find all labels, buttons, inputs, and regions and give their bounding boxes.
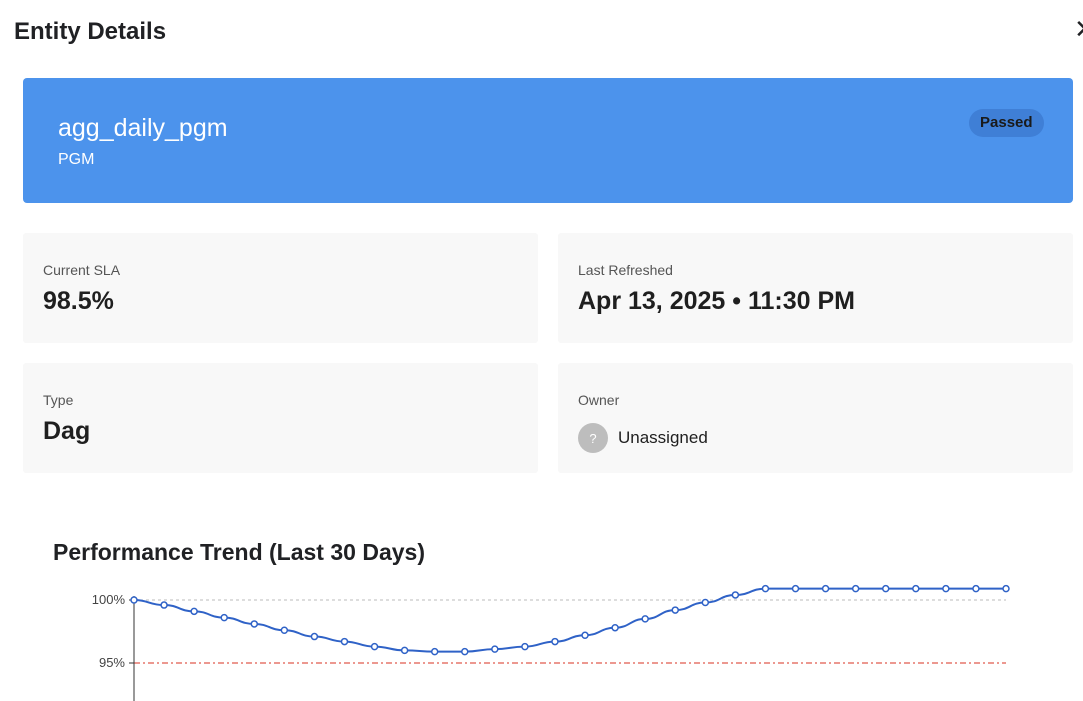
sla-card: Current SLA 98.5%: [23, 233, 538, 343]
refreshed-card: Last Refreshed Apr 13, 2025 • 11:30 PM: [558, 233, 1073, 343]
data-point: [491, 645, 499, 653]
data-point: [611, 623, 619, 632]
data-point: [881, 584, 890, 593]
avatar: ?: [578, 423, 608, 453]
data-point: [972, 584, 980, 593]
type-card: Type Dag: [23, 363, 538, 473]
data-point: [851, 584, 860, 593]
chart-title: Performance Trend (Last 30 Days): [53, 539, 425, 565]
refreshed-value: Apr 13, 2025 • 11:30 PM: [578, 287, 855, 315]
data-point: [791, 584, 800, 593]
close-icon[interactable]: ✕: [1074, 14, 1083, 45]
data-point: [310, 632, 319, 641]
data-point: [400, 646, 409, 655]
data-point: [521, 642, 529, 651]
page-title: Entity Details: [14, 18, 167, 45]
owner-row[interactable]: ? Unassigned: [578, 423, 708, 453]
performance-chart: 100% 95%: [92, 584, 1010, 701]
data-point: [430, 647, 439, 656]
data-point: [1002, 584, 1010, 593]
owner-label: Owner: [578, 392, 620, 408]
data-point: [942, 584, 950, 593]
data-point: [250, 620, 259, 628]
data-point: [160, 601, 168, 609]
owner-name: Unassigned: [618, 428, 708, 447]
data-point: [190, 607, 198, 616]
type-label: Type: [43, 392, 74, 408]
entity-banner: agg_daily_pgm PGM Passed: [23, 78, 1073, 203]
data-point: [731, 591, 740, 599]
data-point: [761, 584, 770, 593]
entity-name: agg_daily_pgm: [58, 114, 228, 142]
sla-label: Current SLA: [43, 262, 121, 278]
owner-card: Owner ? Unassigned: [558, 363, 1073, 473]
data-point: [280, 626, 289, 634]
y-tick-label: 100%: [92, 592, 126, 607]
data-point: [220, 613, 228, 622]
data-point: [912, 584, 920, 593]
data-point: [551, 637, 559, 646]
data-point: [581, 631, 589, 640]
data-point: [821, 584, 830, 593]
entity-subtitle: PGM: [58, 151, 95, 168]
status-badge: Passed: [969, 109, 1044, 137]
data-point: [641, 615, 649, 623]
data-point: [461, 647, 469, 656]
data-point: [340, 637, 349, 646]
y-tick-label: 95%: [99, 655, 125, 670]
data-point: [671, 606, 679, 614]
refreshed-label: Last Refreshed: [578, 262, 673, 278]
sla-value: 98.5%: [43, 287, 114, 315]
series-line: [133, 587, 1006, 653]
data-point: [701, 598, 710, 607]
data-point: [130, 596, 138, 604]
data-point: [370, 642, 379, 651]
type-value: Dag: [43, 417, 91, 445]
